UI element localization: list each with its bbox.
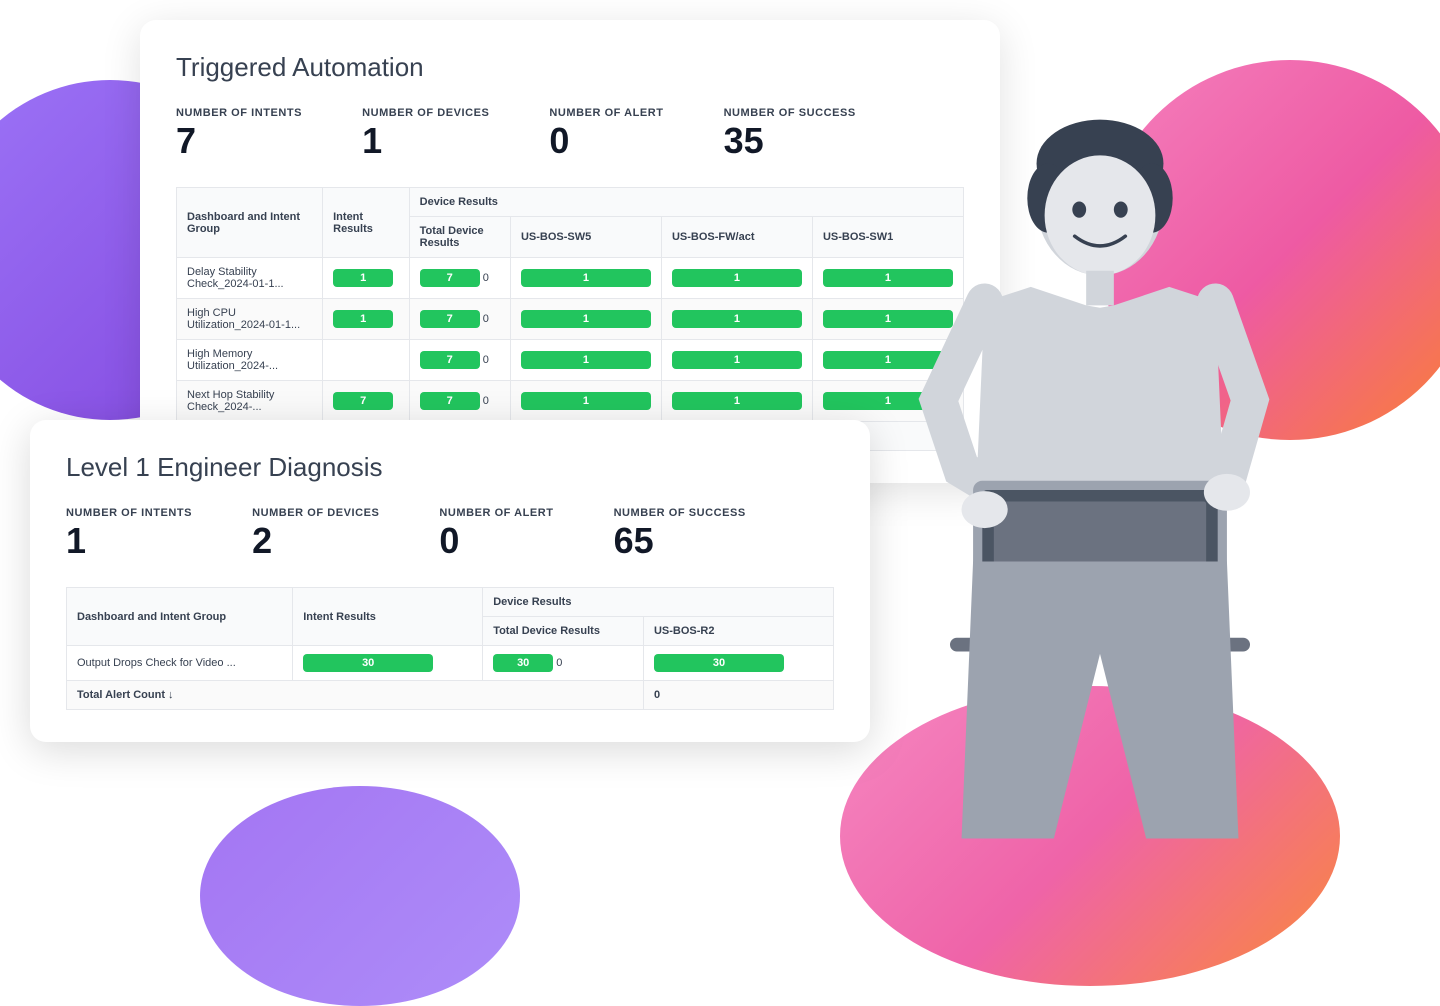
cell-fw: 1 <box>661 299 812 340</box>
person-image <box>860 100 1340 850</box>
col-r2: US-BOS-R2 <box>643 617 833 646</box>
stat-alert-back: NUMBER OF ALERT 0 <box>549 107 663 159</box>
cell-intent: 7 <box>323 381 410 422</box>
card-front-title: Level 1 Engineer Diagnosis <box>66 452 834 483</box>
stat-devices-value-front: 2 <box>252 523 379 559</box>
table-row: Delay Stability Check_2024-01-1... 1 7 0… <box>177 258 964 299</box>
stat-alert-label-back: NUMBER OF ALERT <box>549 107 663 119</box>
stat-intents-label-front: NUMBER OF INTENTS <box>66 507 192 519</box>
cell-sw5: 1 <box>510 258 661 299</box>
col-dashboard-back: Dashboard and Intent Group <box>177 188 323 258</box>
stat-intents-value-back: 7 <box>176 123 302 159</box>
stat-intents-value-front: 1 <box>66 523 192 559</box>
stat-success-front: NUMBER OF SUCCESS 65 <box>614 507 746 559</box>
cell-total: 7 0 <box>409 340 510 381</box>
col-intent-results-back: Intent Results <box>323 188 410 258</box>
col-total-back: Total Device Results <box>409 217 510 258</box>
cell-fw: 1 <box>661 340 812 381</box>
cell-intent: 30 <box>293 646 483 681</box>
total-label-front: Total Alert Count ↓ <box>67 681 644 710</box>
back-table: Dashboard and Intent Group Intent Result… <box>176 187 964 451</box>
stats-row-front: NUMBER OF INTENTS 1 NUMBER OF DEVICES 2 … <box>66 507 834 559</box>
table-row: High Memory Utilization_2024-... 7 0 1 1… <box>177 340 964 381</box>
stat-intents-label-back: NUMBER OF INTENTS <box>176 107 302 119</box>
cell-intent <box>323 340 410 381</box>
cell-sw5: 1 <box>510 381 661 422</box>
col-total-front: Total Device Results <box>483 617 644 646</box>
total-row: Total Alert Count ↓ 0 <box>67 681 834 710</box>
col-fw: US-BOS-FW/act <box>661 217 812 258</box>
cell-name[interactable]: Output Drops Check for Video ... <box>67 646 293 681</box>
total-value-front: 0 <box>643 681 833 710</box>
table-row: High CPU Utilization_2024-01-1... 1 7 0 … <box>177 299 964 340</box>
col-dashboard-front: Dashboard and Intent Group <box>67 588 293 646</box>
stat-intents-back: NUMBER OF INTENTS 7 <box>176 107 302 159</box>
cell-name[interactable]: High CPU Utilization_2024-01-1... <box>177 299 323 340</box>
stat-alert-front: NUMBER OF ALERT 0 <box>439 507 553 559</box>
stat-alert-value-front: 0 <box>439 523 553 559</box>
blob-purple-bottom <box>200 786 520 1006</box>
stat-devices-label-front: NUMBER OF DEVICES <box>252 507 379 519</box>
stat-devices-front: NUMBER OF DEVICES 2 <box>252 507 379 559</box>
col-intent-results-front: Intent Results <box>293 588 483 646</box>
cell-name[interactable]: Delay Stability Check_2024-01-1... <box>177 258 323 299</box>
stat-alert-label-front: NUMBER OF ALERT <box>439 507 553 519</box>
card-back-title: Triggered Automation <box>176 52 964 83</box>
stat-intents-front: NUMBER OF INTENTS 1 <box>66 507 192 559</box>
cell-fw: 1 <box>661 258 812 299</box>
stat-alert-value-back: 0 <box>549 123 663 159</box>
cell-total: 30 0 <box>483 646 644 681</box>
cell-r2: 30 <box>643 646 833 681</box>
cell-total: 7 0 <box>409 299 510 340</box>
cell-total: 7 0 <box>409 381 510 422</box>
table-row: Next Hop Stability Check_2024-... 7 7 0 … <box>177 381 964 422</box>
cell-fw: 1 <box>661 381 812 422</box>
front-table: Dashboard and Intent Group Intent Result… <box>66 587 834 710</box>
col-sw5: US-BOS-SW5 <box>510 217 661 258</box>
table-row: Output Drops Check for Video ... 30 30 0… <box>67 646 834 681</box>
stat-devices-value-back: 1 <box>362 123 489 159</box>
cell-name[interactable]: High Memory Utilization_2024-... <box>177 340 323 381</box>
stat-success-label-front: NUMBER OF SUCCESS <box>614 507 746 519</box>
cell-sw5: 1 <box>510 299 661 340</box>
stat-devices-back: NUMBER OF DEVICES 1 <box>362 107 489 159</box>
cell-intent: 1 <box>323 258 410 299</box>
stat-success-value-front: 65 <box>614 523 746 559</box>
stat-success-label-back: NUMBER OF SUCCESS <box>724 107 856 119</box>
level1-diagnosis-card: Level 1 Engineer Diagnosis NUMBER OF INT… <box>30 420 870 742</box>
stat-success-back: NUMBER OF SUCCESS 35 <box>724 107 856 159</box>
cell-name[interactable]: Next Hop Stability Check_2024-... <box>177 381 323 422</box>
stat-success-value-back: 35 <box>724 123 856 159</box>
cell-intent: 1 <box>323 299 410 340</box>
col-device-results-front: Device Results <box>483 588 834 617</box>
stat-devices-label-back: NUMBER OF DEVICES <box>362 107 489 119</box>
cell-sw5: 1 <box>510 340 661 381</box>
cell-total: 7 0 <box>409 258 510 299</box>
stats-row-back: NUMBER OF INTENTS 7 NUMBER OF DEVICES 1 … <box>176 107 964 159</box>
